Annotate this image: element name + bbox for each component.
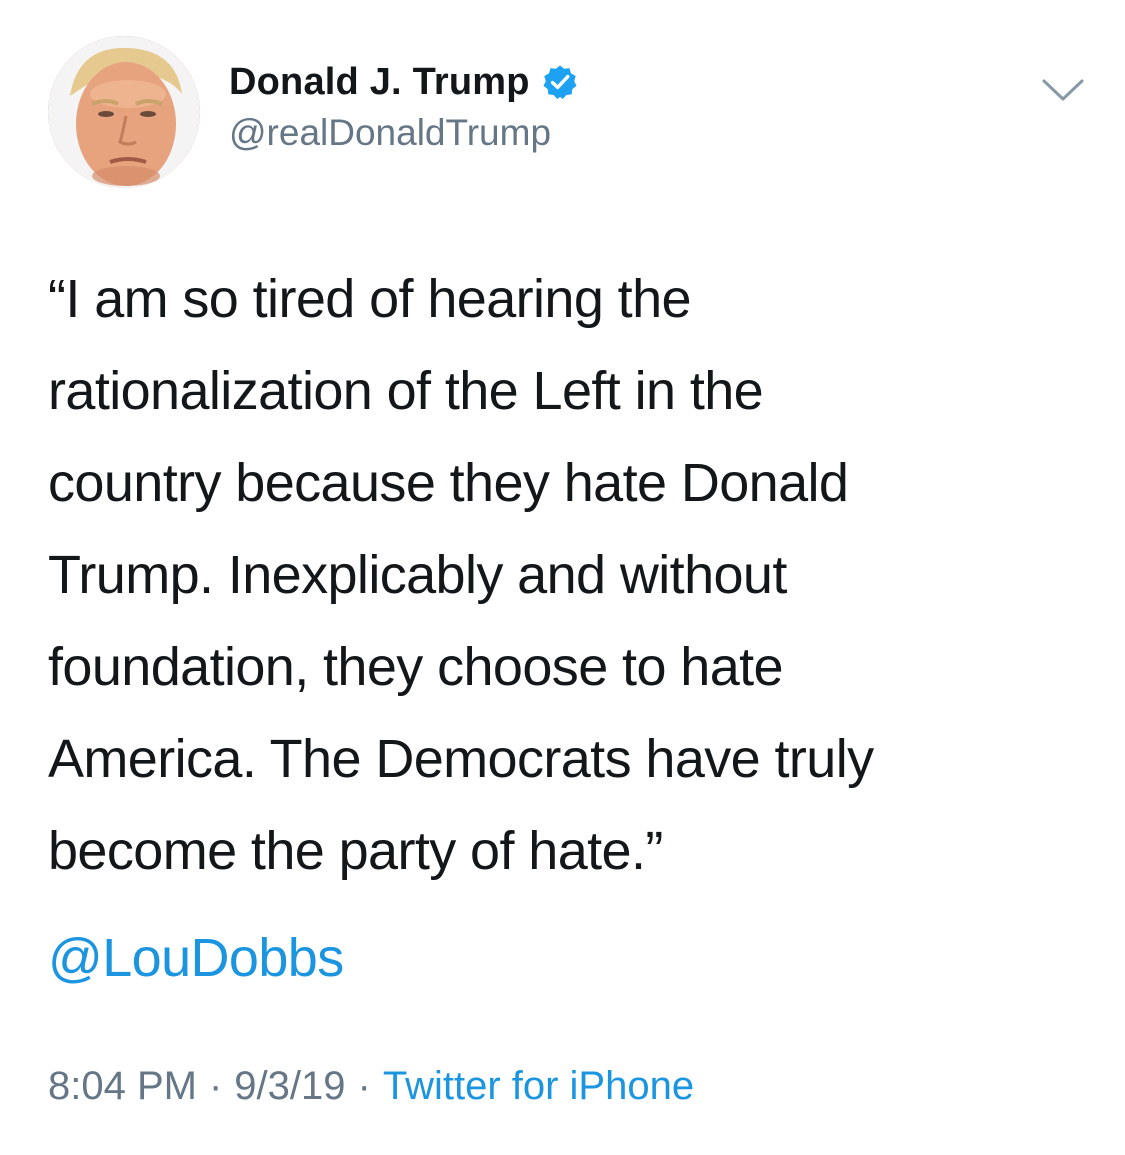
display-name[interactable]: Donald J. Trump bbox=[229, 61, 530, 104]
tweet-text-line: Trump. Inexplicably and without bbox=[48, 545, 787, 605]
tweet-text-line: become the party of hate.” bbox=[48, 821, 663, 881]
meta-separator: · bbox=[208, 1064, 223, 1108]
tweet-text-line: rationalization of the Left in the bbox=[48, 361, 764, 421]
tweet-source-link[interactable]: Twitter for iPhone bbox=[383, 1064, 694, 1109]
tweet-text-line: country because they hate Donald bbox=[48, 453, 849, 513]
tweet-menu-button[interactable] bbox=[1040, 72, 1086, 108]
tweet-text-line: foundation, they choose to hate bbox=[48, 637, 784, 697]
avatar-portrait bbox=[48, 36, 200, 188]
meta-separator: · bbox=[357, 1064, 371, 1108]
chevron-down-icon bbox=[1042, 79, 1084, 101]
verified-badge-icon bbox=[542, 64, 578, 100]
mention-link[interactable]: @LouDobbs bbox=[48, 912, 344, 1004]
tweet-text-line: “I am so tired of hearing the bbox=[48, 269, 692, 329]
avatar[interactable] bbox=[48, 36, 200, 188]
tweet-time[interactable]: 8:04 PM bbox=[48, 1064, 197, 1109]
tweet-date[interactable]: 9/3/19 bbox=[234, 1064, 345, 1109]
tweet-text-line: America. The Democrats have truly bbox=[48, 729, 874, 789]
tweet-metadata: 8:04 PM · 9/3/19 · Twitter for iPhone bbox=[48, 1064, 694, 1109]
tweet-card: Donald J. Trump @realDonaldTrump “I am s… bbox=[0, 0, 1125, 1155]
author-name-row[interactable]: Donald J. Trump bbox=[229, 58, 578, 106]
tweet-text: “I am so tired of hearing the rationaliz… bbox=[48, 253, 1088, 897]
author-handle[interactable]: @realDonaldTrump bbox=[229, 112, 551, 154]
